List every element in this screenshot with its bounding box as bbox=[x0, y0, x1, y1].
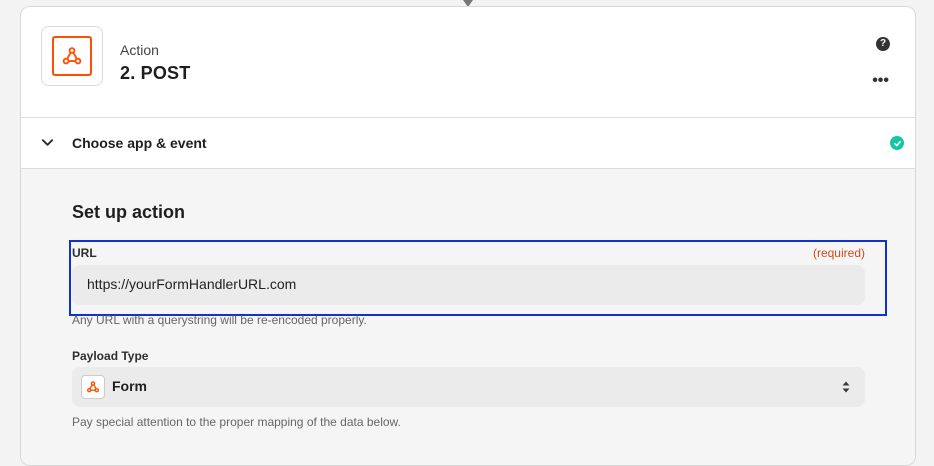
payload-type-value: Form bbox=[112, 378, 147, 394]
step-title[interactable]: 2. POST bbox=[120, 63, 190, 84]
setup-title: Set up action bbox=[72, 202, 186, 222]
payload-helper-text: Pay special attention to the proper mapp… bbox=[72, 415, 401, 429]
app-icon bbox=[41, 26, 103, 86]
payload-type-select[interactable]: Form bbox=[72, 367, 865, 407]
webhook-icon bbox=[81, 375, 105, 399]
url-input-value: https://yourFormHandlerURL.com bbox=[87, 276, 297, 292]
action-step-card: Action 2. POST ? ••• Choose app & event … bbox=[20, 6, 916, 466]
setup-action-panel: Set up action URL (required) https://you… bbox=[21, 169, 915, 465]
url-input[interactable]: https://yourFormHandlerURL.com bbox=[72, 265, 865, 305]
more-options-icon[interactable]: ••• bbox=[872, 73, 889, 89]
section-label: Choose app & event bbox=[72, 135, 207, 151]
help-icon[interactable]: ? bbox=[876, 37, 890, 51]
chevron-down-icon bbox=[41, 139, 54, 146]
step-type-label: Action bbox=[120, 42, 159, 58]
step-header: Action 2. POST ? ••• bbox=[21, 7, 915, 118]
url-field-label: URL bbox=[72, 246, 97, 260]
check-circle-icon bbox=[890, 136, 904, 150]
url-helper-text: Any URL with a querystring will be re-en… bbox=[72, 313, 367, 327]
sort-caret-icon bbox=[842, 381, 850, 393]
payload-type-label: Payload Type bbox=[72, 349, 149, 363]
choose-app-event-section[interactable]: Choose app & event bbox=[21, 118, 915, 169]
webhook-icon bbox=[52, 36, 92, 76]
required-label: (required) bbox=[812, 246, 865, 260]
